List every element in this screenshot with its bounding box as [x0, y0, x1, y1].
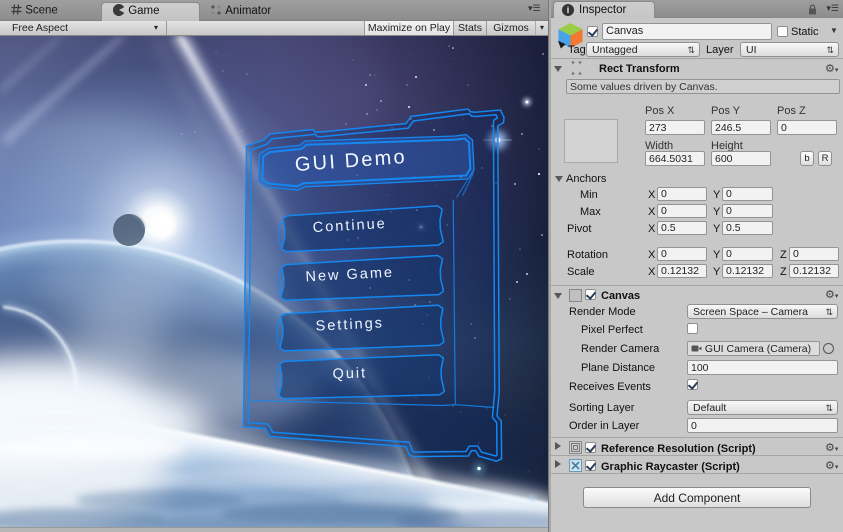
svg-text:Quit: Quit — [332, 365, 367, 382]
svg-text:Settings: Settings — [315, 315, 384, 334]
